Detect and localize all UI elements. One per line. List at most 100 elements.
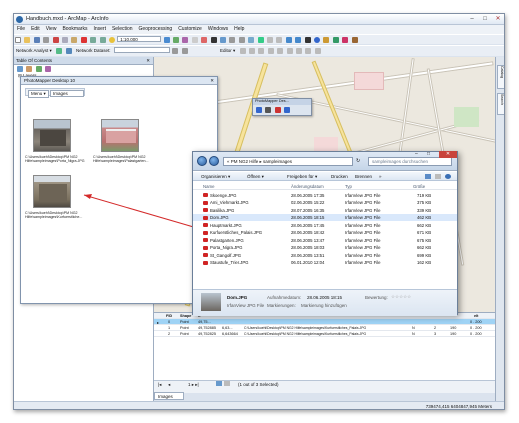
file-date: 02.06.2005 15:22 [291, 200, 325, 205]
file-name-text: Dom.JPG [210, 215, 229, 220]
explorer-maximize-icon[interactable]: □ [427, 151, 430, 157]
explorer-close-icon[interactable]: ✕ [439, 151, 457, 158]
file-name: Staustufe_Trier.JPG [203, 260, 249, 265]
file-name: Basilika.JPG [203, 208, 234, 213]
jpg-file-icon [203, 238, 208, 243]
burn-button[interactable]: Brennen [355, 174, 372, 179]
explorer-address-bar: « PM NG2 Hilfe ▸ sampleimages ↻ sampleim… [193, 151, 457, 171]
file-row[interactable]: Hauptmarkt.JPG 28.06.2005 17:45 IrfanView … [193, 221, 457, 229]
file-row[interactable]: Staustufe_Trier.JPG 06.01.2010 12:04 Irfan… [193, 259, 457, 267]
print-button[interactable]: Drucken [331, 174, 348, 179]
file-date: 28.06.2005 18:15 [291, 215, 325, 220]
back-icon[interactable] [197, 156, 207, 166]
taken-value: 28.06.2005 18:15 [307, 295, 343, 300]
file-type: IrfanView JPG File [345, 200, 381, 205]
more-button[interactable]: » [379, 174, 382, 179]
file-size: 662 KB [417, 245, 432, 250]
file-date: 28.06.2005 13:51 [291, 252, 325, 258]
file-date: 28.06.2005 18:42 [291, 230, 325, 235]
file-name-text: St_Gangolf.JPG [210, 252, 242, 258]
column-date[interactable]: Änderungsdatum [291, 184, 324, 189]
file-date: 28.06.2005 17:45 [291, 222, 325, 228]
rating-stars[interactable]: ☆☆☆☆☆ [391, 294, 411, 300]
file-name: Porta_Nigra.JPG [203, 245, 242, 250]
file-type: IrfanView JPG File [345, 215, 381, 220]
jpg-file-icon [203, 230, 208, 235]
file-name: Dom.JPG [203, 215, 229, 220]
file-date: 28.06.2005 13:47 [291, 237, 325, 243]
file-name-text: Hauptmarkt.JPG [210, 222, 242, 228]
tags-label: Markierungen: [267, 303, 296, 308]
explorer-command-bar: Organisieren ▾ Öffnen ▾ Freigeben für ▾ … [193, 172, 457, 181]
file-name-text: Kurfuerstliches_Palais.JPG [210, 230, 263, 235]
change-view-icon[interactable] [425, 174, 431, 179]
jpg-file-icon [203, 223, 208, 228]
file-name: St_Gangolf.JPG [203, 253, 241, 258]
file-name: Palastgarten.JPG [203, 238, 244, 243]
file-size: 671 KB [417, 230, 432, 235]
file-list-header: Name Änderungsdatum Typ Größe [193, 182, 457, 190]
arrow-head [84, 194, 92, 199]
refresh-icon[interactable]: ↻ [356, 158, 360, 164]
tags-value[interactable]: Markierung hinzufügen [301, 303, 347, 308]
file-name-text: Palastgarten.JPG [210, 237, 244, 243]
column-size[interactable]: Größe [413, 184, 425, 189]
explorer-window: « PM NG2 Hilfe ▸ sampleimages ↻ sampleim… [192, 151, 458, 316]
preview-pane-icon[interactable] [435, 174, 441, 179]
help-icon[interactable] [445, 174, 451, 179]
forward-icon[interactable] [209, 156, 219, 166]
file-row[interactable]: Porta_Nigra.JPG 28.06.2005 18:03 IrfanView… [193, 244, 457, 252]
file-date: 06.01.2010 12:04 [291, 260, 325, 265]
jpg-file-icon [203, 200, 208, 205]
file-name: Ami_Viehmarkt.JPG [203, 200, 249, 205]
file-type: IrfanView JPG File [345, 222, 381, 228]
file-name-text: Skoenge.JPG [210, 192, 237, 198]
file-name: Hauptmarkt.JPG [203, 223, 242, 228]
jpg-file-icon [203, 193, 208, 198]
taken-label: Aufnahmedatum: [267, 295, 302, 300]
file-row[interactable]: Kurfuerstliches_Palais.JPG 28.06.2005 18:… [193, 229, 457, 237]
file-size: 719 KB [417, 192, 432, 198]
file-date: 28.07.2005 16:35 [291, 207, 325, 213]
file-size: 699 KB [417, 252, 432, 258]
jpg-file-icon [203, 208, 208, 213]
file-name-text: Ami_Viehmarkt.JPG [210, 200, 249, 205]
file-name-text: Porta_Nigra.JPG [210, 245, 243, 250]
details-thumbnail [201, 293, 221, 311]
arrow-line [83, 194, 198, 229]
file-row[interactable]: Skoenge.JPG 28.06.2005 17:35 IrfanView JPG… [193, 191, 457, 199]
file-date: 28.06.2005 17:35 [291, 192, 325, 198]
details-type: IrfanView JPG File [227, 303, 265, 308]
column-name[interactable]: Name [203, 184, 214, 189]
explorer-minimize-icon[interactable]: – [415, 151, 418, 157]
share-button[interactable]: Freigeben für ▾ [287, 174, 317, 180]
file-row[interactable]: Basilika.JPG 28.07.2005 16:35 IrfanView JP… [193, 206, 457, 214]
file-size: 162 KB [417, 260, 432, 265]
jpg-file-icon [203, 253, 208, 258]
file-type: IrfanView JPG File [345, 237, 381, 243]
file-row[interactable]: Palastgarten.JPG 28.06.2005 13:47 IrfanVie… [193, 236, 457, 244]
file-type: IrfanView JPG File [345, 230, 381, 235]
file-type: IrfanView JPG File [345, 252, 381, 258]
open-button[interactable]: Öffnen ▾ [247, 174, 264, 180]
column-type[interactable]: Typ [345, 184, 352, 189]
file-type: IrfanView JPG File [345, 192, 381, 198]
rating-label: Bewertung: [365, 295, 388, 300]
address-field[interactable]: « PM NG2 Hilfe ▸ sampleimages [223, 157, 353, 166]
file-date: 28.06.2005 18:03 [291, 245, 325, 250]
jpg-file-icon [203, 245, 208, 250]
file-row[interactable]: Ami_Viehmarkt.JPG 02.06.2005 15:22 IrfanVi… [193, 199, 457, 207]
file-row[interactable]: St_Gangolf.JPG 28.06.2005 13:51 IrfanView … [193, 251, 457, 259]
file-row[interactable]: Dom.JPG 28.06.2005 18:15 IrfanView JPG Fil… [193, 213, 457, 221]
file-name: Skoenge.JPG [203, 193, 237, 198]
file-size: 375 KB [417, 200, 432, 205]
organize-button[interactable]: Organisieren ▾ [201, 174, 230, 180]
search-input[interactable]: sampleimages durchsuchen [368, 157, 452, 166]
file-size: 662 KB [417, 222, 432, 228]
jpg-file-icon [203, 215, 208, 220]
file-name: Kurfuerstliches_Palais.JPG [203, 230, 262, 235]
file-size: 339 KB [417, 207, 432, 213]
file-name-text: Staustufe_Trier.JPG [210, 260, 249, 265]
file-type: IrfanView JPG File [345, 260, 381, 265]
jpg-file-icon [203, 260, 208, 265]
